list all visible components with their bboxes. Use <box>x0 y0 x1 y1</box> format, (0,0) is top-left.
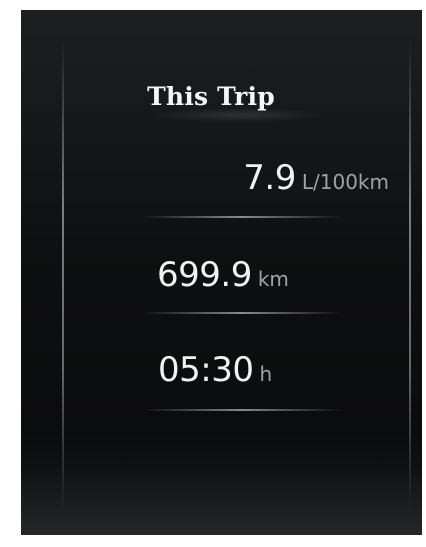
page-title: This Trip <box>147 82 275 111</box>
bottom-glow <box>21 465 422 535</box>
fuel-consumption-value: 7.9 <box>243 158 296 198</box>
drive-time-unit: h <box>259 362 273 386</box>
left-edge-light <box>62 40 64 510</box>
distance-readout: 699.9 km <box>157 255 422 295</box>
fuel-consumption-unit: L/100km <box>301 170 389 194</box>
divider <box>143 409 341 411</box>
drive-time-value: 05:30 <box>158 350 254 390</box>
fuel-consumption-readout: 7.9 L/100km <box>77 158 389 198</box>
distance-value: 699.9 <box>157 255 252 295</box>
divider <box>143 216 341 218</box>
distance-unit: km <box>257 267 289 291</box>
display-frame: This Trip 7.9 L/100km 699.9 km 05:30 h <box>0 0 426 547</box>
divider <box>143 312 341 314</box>
trip-info-screen: This Trip 7.9 L/100km 699.9 km 05:30 h <box>21 10 422 535</box>
drive-time-readout: 05:30 h <box>158 350 422 390</box>
